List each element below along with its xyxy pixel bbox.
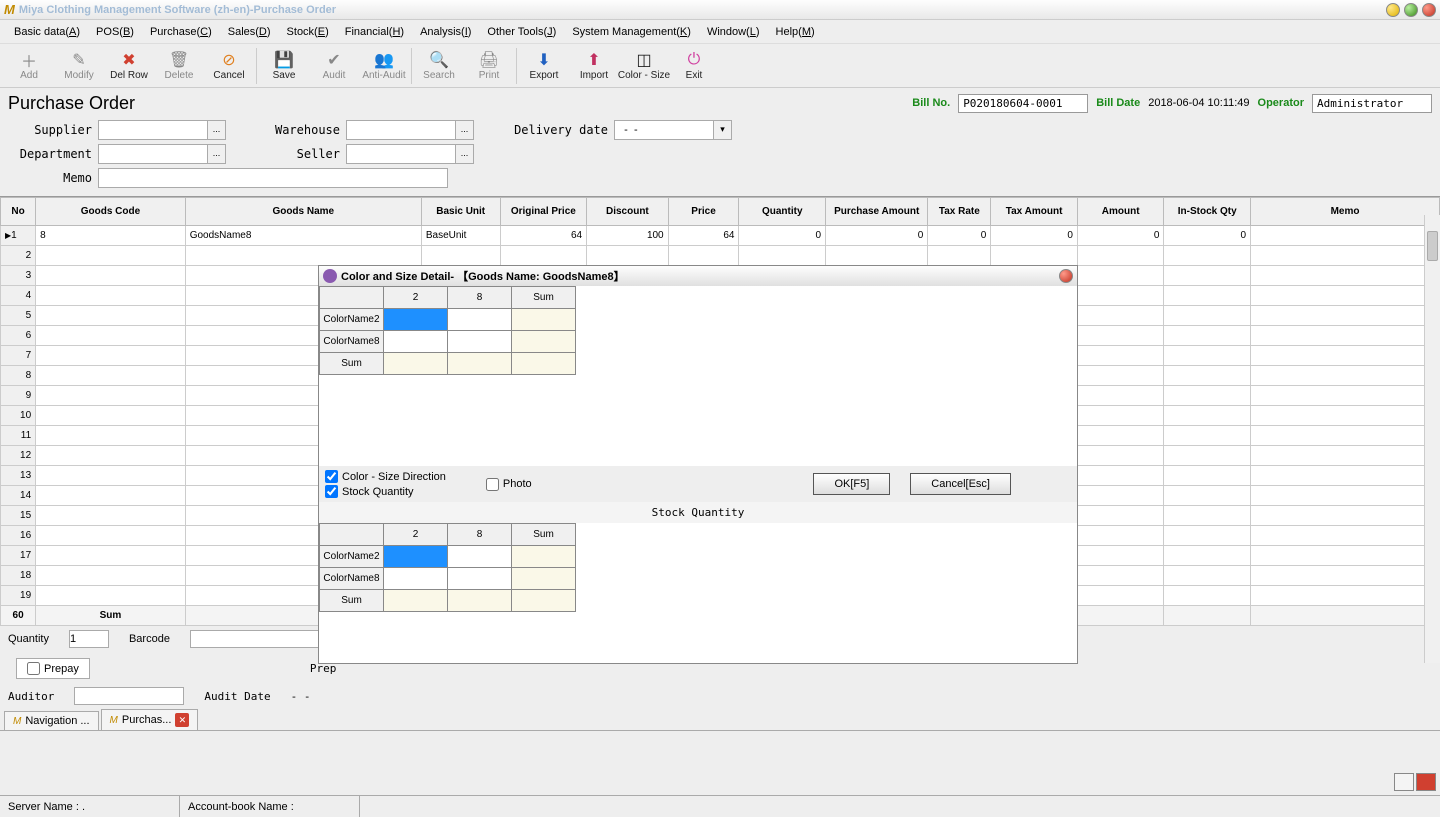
memo-label: Memo bbox=[8, 171, 98, 185]
operator-input[interactable] bbox=[1312, 94, 1432, 113]
dialog-title: Color and Size Detail- 【Goods Name: Good… bbox=[341, 268, 625, 284]
menubar: Basic data(A)POS(B)Purchase(C)Sales(D)St… bbox=[0, 20, 1440, 44]
bill-no-label: Bill No. bbox=[912, 97, 950, 109]
import-button[interactable]: ⬆Import bbox=[569, 45, 619, 87]
seller-label: Seller bbox=[256, 147, 346, 161]
menu-analysis[interactable]: Analysis(I) bbox=[412, 23, 479, 41]
seller-input[interactable] bbox=[346, 144, 456, 164]
minimize-button[interactable] bbox=[1386, 3, 1400, 17]
stock-quantity-checkbox[interactable]: Stock Quantity bbox=[325, 485, 446, 498]
toolbar: ＋Add✎Modify✖Del Row🗑Delete⊘Cancel💾Save✔A… bbox=[0, 44, 1440, 88]
print-button: 🖨Print bbox=[464, 45, 514, 87]
quantity-input[interactable] bbox=[69, 630, 109, 648]
audit-date-label: Audit Date bbox=[204, 690, 270, 703]
prepay-box[interactable]: Prepay bbox=[16, 658, 90, 679]
menu-pos[interactable]: POS(B) bbox=[88, 23, 142, 41]
search-button: 🔍Search bbox=[414, 45, 464, 87]
tab-navigation[interactable]: MNavigation ... bbox=[4, 711, 99, 730]
del-row-button[interactable]: ✖Del Row bbox=[104, 45, 154, 87]
document-tabs: MNavigation ... MPurchas...✕ bbox=[0, 707, 1440, 731]
menu-other-tools[interactable]: Other Tools(J) bbox=[479, 23, 564, 41]
audit-button: ✔Audit bbox=[309, 45, 359, 87]
prepay-checkbox[interactable] bbox=[27, 662, 40, 675]
dialog-close-button[interactable] bbox=[1059, 269, 1073, 283]
bill-date-label: Bill Date bbox=[1096, 97, 1140, 109]
color-size-button[interactable]: ◫Color - Size bbox=[619, 45, 669, 87]
bottom-right-button-2[interactable] bbox=[1416, 773, 1436, 791]
exit-button[interactable]: ⏻Exit bbox=[669, 45, 719, 87]
ok-button[interactable]: OK[F5] bbox=[813, 473, 890, 495]
selected-cell[interactable] bbox=[384, 309, 448, 331]
supplier-label: Supplier bbox=[8, 123, 98, 137]
status-server: Server Name : . bbox=[0, 796, 180, 817]
seller-lookup[interactable]: ... bbox=[456, 144, 474, 164]
color-size-direction-checkbox[interactable]: Color - Size Direction bbox=[325, 470, 446, 483]
quantity-label: Quantity bbox=[8, 633, 49, 645]
stock-quantity-table[interactable]: 28Sum ColorName2 ColorName8 Sum bbox=[319, 523, 576, 612]
menu-basic-data[interactable]: Basic data(A) bbox=[6, 23, 88, 41]
warehouse-label: Warehouse bbox=[256, 123, 346, 137]
anti-audit-button: 👥Anti-Audit bbox=[359, 45, 409, 87]
delete-button: 🗑Delete bbox=[154, 45, 204, 87]
export-button[interactable]: ⬇Export bbox=[519, 45, 569, 87]
delivery-input[interactable] bbox=[614, 120, 714, 140]
color-size-dialog: Color and Size Detail- 【Goods Name: Good… bbox=[318, 265, 1078, 664]
auditor-input[interactable] bbox=[74, 687, 184, 705]
auditor-label: Auditor bbox=[8, 690, 54, 703]
warehouse-input[interactable] bbox=[346, 120, 456, 140]
tab-close-icon[interactable]: ✕ bbox=[175, 713, 189, 727]
cancel-button[interactable]: ⊘Cancel bbox=[204, 45, 254, 87]
stock-quantity-header: Stock Quantity bbox=[319, 502, 1077, 523]
menu-window[interactable]: Window(L) bbox=[699, 23, 768, 41]
vertical-scrollbar[interactable] bbox=[1424, 215, 1440, 663]
bill-no-input[interactable] bbox=[958, 94, 1088, 113]
status-book: Account-book Name : bbox=[180, 796, 360, 817]
close-button[interactable] bbox=[1422, 3, 1436, 17]
tab-purchase[interactable]: MPurchas...✕ bbox=[101, 709, 199, 730]
bottom-right-button-1[interactable] bbox=[1394, 773, 1414, 791]
page-title: Purchase Order bbox=[8, 93, 135, 114]
barcode-label: Barcode bbox=[129, 633, 170, 645]
operator-label: Operator bbox=[1258, 97, 1304, 109]
dialog-icon bbox=[323, 269, 337, 283]
color-size-table[interactable]: 28Sum ColorName2 ColorName8 Sum bbox=[319, 286, 576, 375]
add-button: ＋Add bbox=[4, 45, 54, 87]
save-button[interactable]: 💾Save bbox=[259, 45, 309, 87]
maximize-button[interactable] bbox=[1404, 3, 1418, 17]
photo-checkbox[interactable]: Photo bbox=[486, 478, 532, 491]
supplier-lookup[interactable]: ... bbox=[208, 120, 226, 140]
window-title: Miya Clothing Management Software (zh-en… bbox=[19, 4, 336, 16]
warehouse-lookup[interactable]: ... bbox=[456, 120, 474, 140]
department-label: Department bbox=[8, 147, 98, 161]
audit-date-value: - - bbox=[291, 690, 311, 703]
delivery-label: Delivery date bbox=[504, 123, 614, 137]
department-lookup[interactable]: ... bbox=[208, 144, 226, 164]
menu-financial[interactable]: Financial(H) bbox=[337, 23, 412, 41]
delivery-dropdown[interactable]: ▾ bbox=[714, 120, 732, 140]
department-input[interactable] bbox=[98, 144, 208, 164]
menu-help[interactable]: Help(M) bbox=[768, 23, 823, 41]
statusbar: Server Name : . Account-book Name : bbox=[0, 795, 1440, 817]
supplier-input[interactable] bbox=[98, 120, 208, 140]
menu-system-management[interactable]: System Management(K) bbox=[564, 23, 699, 41]
barcode-input[interactable] bbox=[190, 630, 320, 648]
menu-stock[interactable]: Stock(E) bbox=[279, 23, 337, 41]
cancel-button[interactable]: Cancel[Esc] bbox=[910, 473, 1011, 495]
titlebar: M Miya Clothing Management Software (zh-… bbox=[0, 0, 1440, 20]
memo-input[interactable] bbox=[98, 168, 448, 188]
bill-header: Purchase Order Bill No. Bill Date 2018-0… bbox=[0, 88, 1440, 118]
menu-purchase[interactable]: Purchase(C) bbox=[142, 23, 220, 41]
app-logo: M bbox=[4, 2, 15, 17]
bill-date-value: 2018-06-04 10:11:49 bbox=[1148, 97, 1249, 109]
prepay-label: Prepay bbox=[44, 663, 79, 675]
menu-sales[interactable]: Sales(D) bbox=[220, 23, 279, 41]
modify-button: ✎Modify bbox=[54, 45, 104, 87]
